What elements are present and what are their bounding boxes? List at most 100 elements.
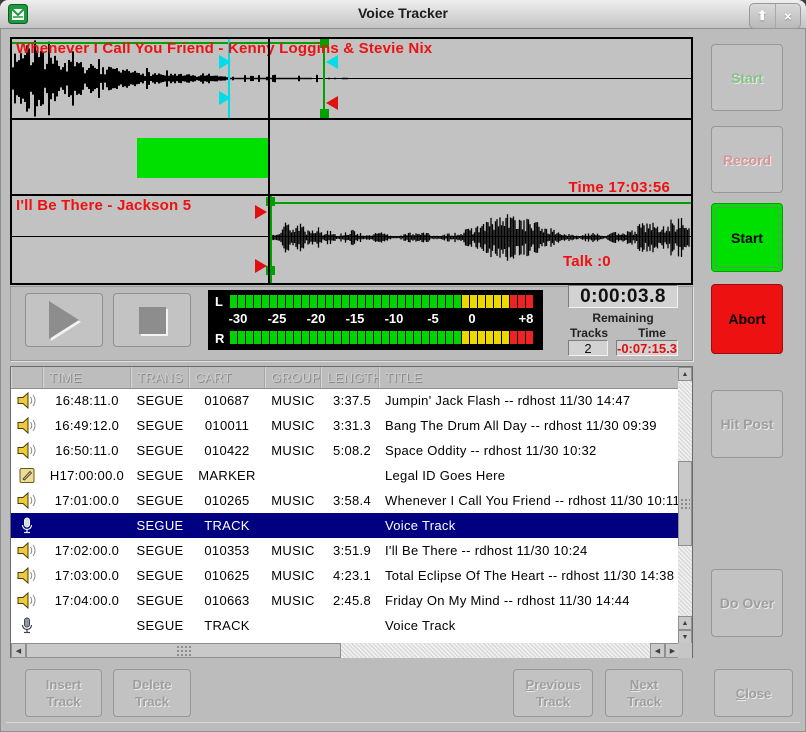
- titlebar[interactable]: Voice Tracker ⬆ ×: [0, 0, 806, 29]
- meter-segment: [438, 331, 445, 344]
- log-row[interactable]: SEGUETRACKVoice Track: [11, 613, 680, 638]
- cell-title: Voice Track: [379, 613, 680, 638]
- track1-title: Whenever I Call You Friend - Kenny Loggi…: [16, 40, 432, 57]
- cell-cart: MARKER: [189, 463, 265, 488]
- column-header-group[interactable]: GROUP: [265, 367, 321, 388]
- thumb-grip: [176, 645, 192, 656]
- close-button[interactable]: Close: [714, 669, 793, 717]
- meter-segment: [470, 331, 477, 344]
- insert-track-button[interactable]: InsertTrack: [25, 669, 102, 717]
- meter-segment: [390, 295, 397, 308]
- next-track-button[interactable]: NextTrack: [605, 669, 683, 717]
- meter-segment: [438, 295, 445, 308]
- column-header-icon[interactable]: [11, 367, 43, 388]
- meter-segment: [318, 331, 325, 344]
- column-header-cart[interactable]: CART: [189, 367, 265, 388]
- remaining-time-label: Time: [624, 326, 680, 340]
- start-top-button[interactable]: Start: [711, 44, 783, 111]
- close-window-button[interactable]: ×: [775, 4, 801, 28]
- scroll-down-button[interactable]: ▼: [678, 630, 692, 644]
- cell-cart: TRACK: [189, 513, 265, 538]
- abort-button[interactable]: Abort: [711, 284, 783, 354]
- cell-trans: SEGUE: [131, 463, 189, 488]
- log-row[interactable]: H17:00:00.0SEGUEMARKERLegal ID Goes Here: [11, 463, 680, 488]
- waveform-editor[interactable]: Whenever I Call You Friend - Kenny Loggi…: [10, 37, 693, 285]
- cell-length: 3:37.5: [321, 388, 379, 413]
- stop-button[interactable]: [113, 293, 191, 347]
- elapsed-time-display: 0:00:03.8: [568, 285, 678, 308]
- track2-end-marker[interactable]: [255, 259, 267, 273]
- voice-track-region[interactable]: [137, 138, 268, 178]
- vscrollbar-thumb[interactable]: [678, 461, 692, 546]
- cell-length: 5:08.2: [321, 438, 379, 463]
- segue-marker-handle[interactable]: [219, 55, 231, 69]
- meter-segment: [334, 295, 341, 308]
- thumb-grip: [680, 498, 690, 509]
- log-row[interactable]: 16:48:11.0SEGUE010687MUSIC3:37.5Jumpin' …: [11, 388, 680, 413]
- meter-segment: [262, 331, 269, 344]
- cell-length: 4:23.1: [321, 563, 379, 588]
- scrollbar-corner: [678, 643, 692, 658]
- hit-post-button[interactable]: Hit Post: [711, 390, 783, 458]
- log-row[interactable]: 16:49:12.0SEGUE010011MUSIC3:31.3Bang The…: [11, 413, 680, 438]
- log-row[interactable]: 16:50:11.0SEGUE010422MUSIC5:08.2Space Od…: [11, 438, 680, 463]
- column-header-length[interactable]: LENGTH: [321, 367, 379, 388]
- track2-level-line: [270, 202, 691, 204]
- log-row[interactable]: SEGUETRACKVoice Track: [11, 513, 680, 538]
- cell-title: Friday On My Mind -- rdhost 11/30 14:44: [379, 588, 680, 613]
- track2-start-marker[interactable]: [255, 205, 267, 219]
- end-marker-handle[interactable]: [326, 96, 338, 110]
- cell-time: 17:02:00.0: [43, 538, 131, 563]
- speaker-icon: [11, 388, 43, 413]
- meter-segment: [238, 295, 245, 308]
- meter-segment: [374, 331, 381, 344]
- meter-segment: [302, 331, 309, 344]
- do-over-button[interactable]: Do Over: [711, 569, 783, 637]
- column-header-trans[interactable]: TRANS: [131, 367, 189, 388]
- column-header-title[interactable]: TITLE: [379, 367, 680, 388]
- segue-marker-handle[interactable]: [219, 91, 231, 105]
- meter-segment: [454, 295, 461, 308]
- column-header-time[interactable]: TIME: [43, 367, 131, 388]
- cell-length: [321, 613, 379, 638]
- log-row[interactable]: 17:01:00.0SEGUE010265MUSIC3:58.4Whenever…: [11, 488, 680, 513]
- window-controls: ⬆ ×: [749, 3, 801, 29]
- delete-track-button[interactable]: DeleteTrack: [113, 669, 191, 717]
- meter-segment: [310, 295, 317, 308]
- log-row[interactable]: 17:02:00.0SEGUE010353MUSIC3:51.9I'll Be …: [11, 538, 680, 563]
- cell-title: Whenever I Call You Friend -- rdhost 11/…: [379, 488, 680, 513]
- fade-handle-bottom[interactable]: [320, 109, 329, 118]
- hscrollbar-thumb[interactable]: [26, 643, 341, 658]
- scroll-left-button-2[interactable]: ◀: [650, 643, 665, 658]
- meter-segment: [230, 295, 237, 308]
- start-marker-handle[interactable]: [326, 55, 338, 69]
- record-button[interactable]: Record: [711, 126, 783, 193]
- cell-length: 3:51.9: [321, 538, 379, 563]
- start-main-button[interactable]: Start: [711, 203, 783, 272]
- shade-button[interactable]: ⬆: [750, 4, 775, 28]
- meter-segment: [342, 295, 349, 308]
- meter-scale-label: +8: [519, 311, 534, 326]
- meter-segment: [358, 331, 365, 344]
- cell-length: 3:31.3: [321, 413, 379, 438]
- meter-segment: [478, 295, 485, 308]
- meter-segment: [446, 331, 453, 344]
- meter-segment: [462, 331, 469, 344]
- previous-track-button[interactable]: PreviousTrack: [513, 669, 593, 717]
- meter-segment: [278, 295, 285, 308]
- scroll-left-button[interactable]: ◀: [11, 643, 26, 658]
- log-row[interactable]: 17:04:00.0SEGUE010663MUSIC2:45.8Friday O…: [11, 588, 680, 613]
- log-row[interactable]: 17:03:00.0SEGUE010625MUSIC4:23.1Total Ec…: [11, 563, 680, 588]
- play-button[interactable]: [25, 293, 103, 347]
- meter-segment: [478, 331, 485, 344]
- meter-left-label: L: [215, 294, 223, 309]
- meter-segment: [382, 331, 389, 344]
- cell-cart: 010625: [189, 563, 265, 588]
- meter-segment: [286, 331, 293, 344]
- cell-time: 17:01:00.0: [43, 488, 131, 513]
- track2-title: I'll Be There - Jackson 5: [16, 197, 191, 214]
- scroll-up-button[interactable]: ▲: [678, 367, 692, 381]
- scroll-up-button-2[interactable]: ▲: [678, 616, 692, 630]
- meter-segment: [246, 331, 253, 344]
- cell-time: [43, 613, 131, 638]
